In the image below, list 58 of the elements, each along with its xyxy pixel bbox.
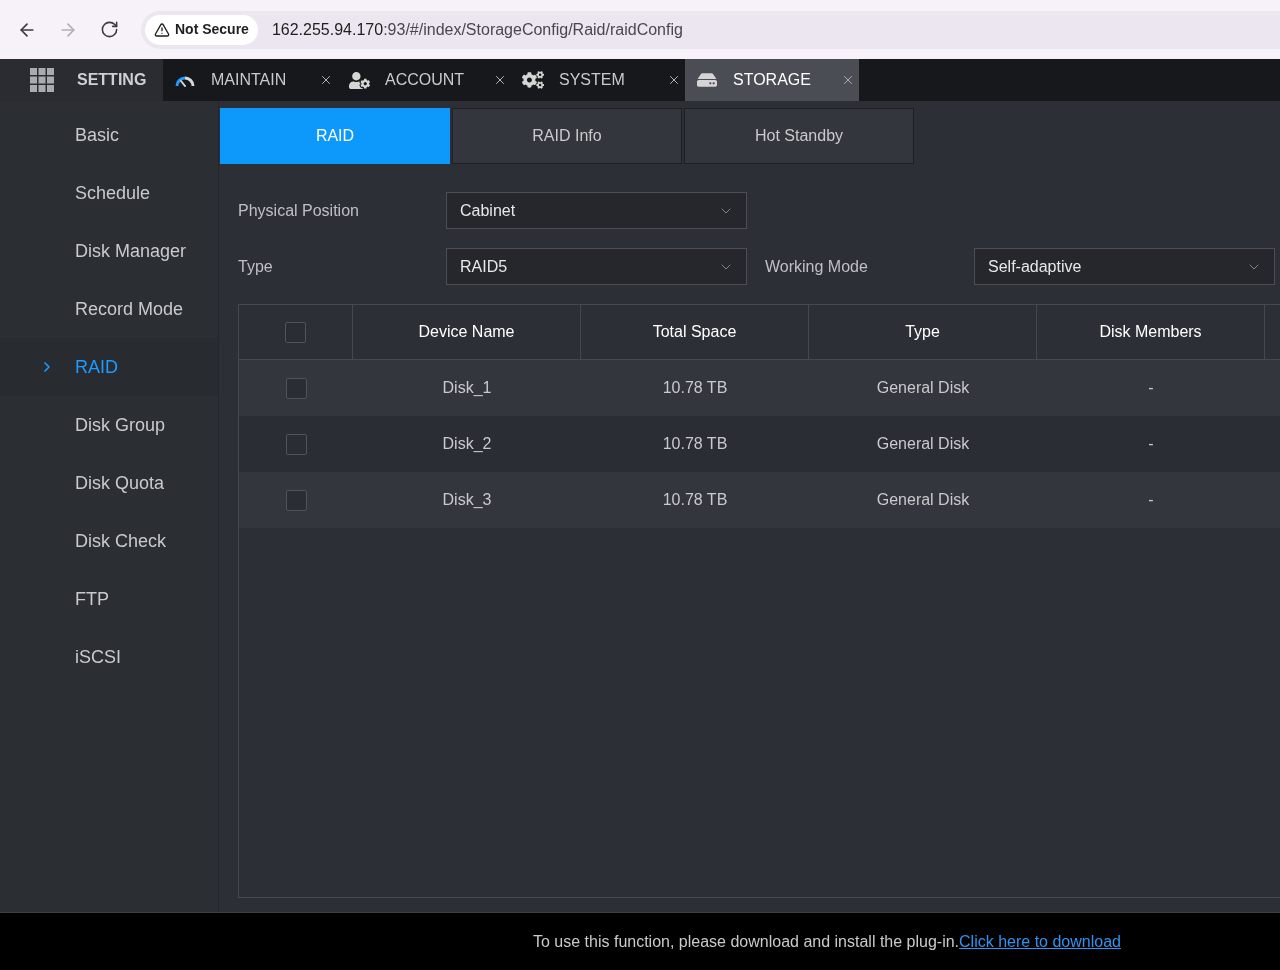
sidebar-item[interactable]: Basic	[0, 106, 218, 164]
table-cell-text: -	[1147, 490, 1155, 510]
checkbox[interactable]	[285, 377, 307, 399]
module-tab[interactable]: ACCOUNT	[337, 59, 511, 101]
table-cell-text: 10.78 TB	[661, 434, 729, 454]
checkbox[interactable]	[285, 321, 306, 343]
field-label: Physical Position	[238, 200, 360, 221]
checkbox[interactable]	[285, 489, 307, 511]
address-bar[interactable]: Not Secure 162.255.94.170:93/#/index/StorageConfig/Raid/raidConfig	[141, 10, 1280, 49]
sidebar-item[interactable]: Record Mode	[0, 280, 218, 338]
table-cell-text: Disk_1	[441, 378, 493, 398]
table-cell-text: General Disk	[875, 378, 971, 398]
field-label: Type	[238, 256, 274, 277]
table-cell-text: General Disk	[875, 490, 971, 510]
table-cell-text: -	[1147, 434, 1155, 454]
field-label: Working Mode	[765, 256, 869, 277]
main-menu-button[interactable]: SETTING	[0, 59, 163, 101]
close-icon[interactable]	[319, 73, 333, 87]
table-cell-text: Disk_3	[441, 490, 493, 510]
table-cell-text: 10.78 TB	[661, 378, 729, 398]
subtab[interactable]: Hot Standby	[684, 108, 914, 164]
warning-icon	[154, 21, 170, 38]
table-cell-text: General Disk	[875, 434, 971, 454]
subtab[interactable]: RAID Info	[452, 108, 682, 164]
sidebar-item[interactable]: iSCSI	[0, 628, 218, 686]
security-label: Not Secure	[175, 20, 249, 39]
close-icon[interactable]	[493, 73, 507, 87]
table-cell-text: Disk_2	[441, 434, 493, 454]
sidebar-item[interactable]: Disk Group	[0, 396, 218, 454]
reload-icon[interactable]	[100, 20, 119, 39]
security-chip[interactable]: Not Secure	[145, 14, 258, 45]
close-icon[interactable]	[667, 73, 681, 87]
gears-icon	[522, 69, 544, 91]
column-header: Type	[809, 305, 1037, 359]
table-cell-text: -	[1147, 378, 1155, 398]
sidebar-item[interactable]: Disk Manager	[0, 222, 218, 280]
dropdown[interactable]: Cabinet	[446, 192, 747, 229]
module-tab[interactable]: MAINTAIN	[163, 59, 337, 101]
sidebar-item[interactable]: Schedule	[0, 164, 218, 222]
dropdown[interactable]: RAID5	[446, 248, 747, 285]
user-gear-icon	[348, 69, 370, 91]
module-tab[interactable]: SYSTEM	[511, 59, 685, 101]
drive-icon	[697, 70, 717, 90]
table-cell-text: 10.78 TB	[661, 490, 729, 510]
checkbox[interactable]	[285, 433, 307, 455]
close-icon[interactable]	[841, 73, 855, 87]
sidebar-item[interactable]: Disk Quota	[0, 454, 218, 512]
dropdown[interactable]: Self-adaptive	[974, 248, 1275, 285]
sidebar-item[interactable]: FTP	[0, 570, 218, 628]
download-link[interactable]: Click here to download	[959, 929, 1121, 954]
column-header: Device Name	[353, 305, 581, 359]
url-text: 162.255.94.170:93/#/index/StorageConfig/Raid/raidConfig	[271, 19, 683, 40]
sidebar-item[interactable]: Disk Check	[0, 512, 218, 570]
plugin-notice: To use this function, please download and install the plug-in.	[533, 931, 960, 952]
module-tab[interactable]: STORAGE	[685, 59, 859, 101]
column-header: Total Space	[581, 305, 809, 359]
column-header: Disk Members	[1037, 305, 1265, 359]
grid-icon	[30, 68, 54, 92]
